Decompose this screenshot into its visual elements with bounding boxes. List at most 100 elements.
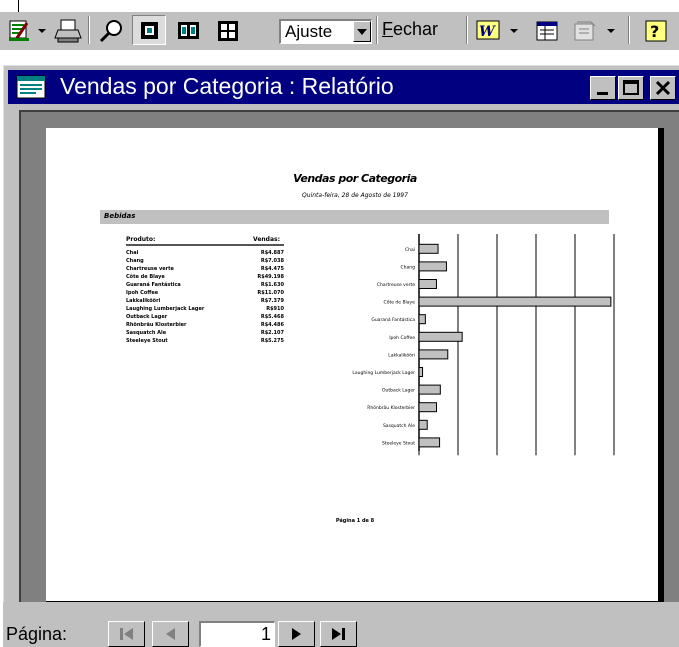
chart-bar xyxy=(418,261,447,272)
chart-category-label: Chartreuse verte xyxy=(377,282,415,288)
two-pages-icon[interactable] xyxy=(170,15,204,45)
help-icon[interactable]: ? xyxy=(636,15,676,45)
product-name: Chartreuse verte xyxy=(126,266,174,272)
page-footer: Página 1 de 8 xyxy=(335,518,375,524)
product-row: Chai R$4.887 xyxy=(126,250,284,258)
product-name: Steeleye Stout xyxy=(126,338,168,344)
report-window: Vendas por Categoria : Relatório Vendas … xyxy=(3,65,679,647)
product-row: Ipoh Coffee R$11.070 xyxy=(126,290,284,298)
product-row: Chartreuse verte R$4.475 xyxy=(126,266,284,274)
maximize-button[interactable] xyxy=(618,76,644,100)
product-row: Guaraná Fantástica R$1.630 xyxy=(126,282,284,290)
chart-bar xyxy=(418,296,612,307)
zoom-select[interactable]: Ajuste xyxy=(279,19,372,44)
product-name: Chang xyxy=(126,258,144,264)
chart-bar xyxy=(418,314,426,325)
tooltip-pointer-line xyxy=(18,0,19,12)
chart-bar xyxy=(418,243,439,254)
category-name: Bebidas xyxy=(104,212,136,220)
svg-text:W: W xyxy=(479,24,496,40)
zoom-icon[interactable] xyxy=(94,15,128,45)
chart-bar xyxy=(418,437,441,448)
product-name: Côte de Blaye xyxy=(126,274,165,280)
chart-bar xyxy=(418,279,437,289)
product-name: Sasquatch Ale xyxy=(126,330,167,336)
first-page-button[interactable] xyxy=(108,621,145,647)
toolbar-separator xyxy=(88,16,90,44)
report-title: Vendas por Categoria xyxy=(293,172,417,185)
chart-bar xyxy=(418,367,424,377)
product-sales: R$1.630 xyxy=(260,282,284,288)
print-preview-toolbar: Ajuste Fechar W ? xyxy=(0,12,679,50)
close-window-button[interactable] xyxy=(650,76,676,100)
database-window-icon[interactable] xyxy=(530,15,564,45)
chart-bar xyxy=(418,384,441,395)
product-row: Outback Lager R$5.468 xyxy=(126,314,284,322)
window-title-bar[interactable]: Vendas por Categoria : Relatório xyxy=(8,70,679,104)
chart-category-label: Chai xyxy=(405,247,415,253)
product-row: Laughing Lumberjack Lager R$910 xyxy=(126,306,284,314)
close-button-accesskey: F xyxy=(382,19,393,39)
minimize-button[interactable] xyxy=(590,76,616,100)
chart-category-label: Steeleye Stout xyxy=(382,440,415,446)
chart-bar xyxy=(418,402,437,413)
toolbar-separator xyxy=(628,16,630,44)
product-sales: R$4.887 xyxy=(260,250,284,256)
page-number-input[interactable] xyxy=(199,621,275,647)
sales-chart: Chai Chang Chartreuse verte Côte de Blaye Gu… xyxy=(352,234,615,456)
product-row: Côte de Blaye R$49.198 xyxy=(126,274,284,282)
print-preview-area[interactable]: Vendas por Categoria Quinta-feira, 28 de… xyxy=(19,110,679,607)
chart-bar xyxy=(418,331,463,342)
chart-category-label: Outback Lager xyxy=(382,388,415,394)
next-page-button[interactable] xyxy=(278,621,315,647)
chart-bar xyxy=(418,349,449,360)
column-header-sales: Vendas: xyxy=(253,236,280,243)
record-navigation-bar: Página: xyxy=(3,602,679,647)
product-name: Outback Lager xyxy=(126,314,168,320)
last-page-button[interactable] xyxy=(320,621,357,647)
product-row: Chang R$7.038 xyxy=(126,258,284,266)
chart-category-label: Lakkalikööri xyxy=(388,352,415,358)
chart-category-label: Chang xyxy=(401,264,416,270)
view-design-icon[interactable] xyxy=(4,15,48,45)
product-name: Guaraná Fantástica xyxy=(126,282,181,288)
chart-category-label: Côte de Blaye xyxy=(384,299,416,306)
product-row: Rhönbräu Klosterbier R$4.486 xyxy=(126,322,284,330)
report-icon xyxy=(16,75,46,104)
chart-category-label: Sasquatch Ale xyxy=(383,423,415,429)
product-sales: R$5.275 xyxy=(260,338,284,344)
page-label: Página: xyxy=(6,624,68,644)
previous-page-button[interactable] xyxy=(152,621,189,647)
chart-category-label: Guaraná Fantástica xyxy=(371,316,415,323)
window-title: Vendas por Categoria : Relatório xyxy=(60,73,394,99)
product-name: Lakkalikööri xyxy=(126,298,161,304)
one-page-icon[interactable] xyxy=(132,15,166,45)
close-button[interactable]: Fechar xyxy=(382,19,438,40)
product-sales: R$11.070 xyxy=(257,290,284,296)
chevron-down-icon[interactable] xyxy=(353,21,371,42)
product-sales: R$4.486 xyxy=(260,322,284,328)
chart-category-label: Ipoh Coffee xyxy=(389,335,415,341)
svg-text:?: ? xyxy=(650,22,659,41)
chart-category-label: Laughing Lumberjack Lager xyxy=(352,370,415,376)
product-sales: R$2.107 xyxy=(260,330,284,336)
print-icon[interactable] xyxy=(52,15,84,45)
multiple-pages-icon[interactable] xyxy=(210,15,244,45)
toolbar-separator xyxy=(466,16,468,44)
product-name: Laughing Lumberjack Lager xyxy=(126,306,205,312)
product-name: Chai xyxy=(126,250,139,256)
product-row: Sasquatch Ale R$2.107 xyxy=(126,330,284,338)
category-band: Bebidas xyxy=(100,210,609,224)
report-date: Quinta-feira, 28 de Agosto de 1997 xyxy=(302,192,408,199)
toolbar-separator xyxy=(376,16,378,44)
product-sales: R$49.198 xyxy=(257,274,284,280)
product-sales: R$910 xyxy=(266,306,284,312)
product-sales: R$7.038 xyxy=(260,258,284,264)
chart-bar xyxy=(418,419,428,430)
office-links-icon[interactable]: W xyxy=(472,15,522,45)
header-rule xyxy=(126,244,284,246)
zoom-value: Ajuste xyxy=(285,22,333,41)
product-sales: R$7.379 xyxy=(260,298,284,304)
column-header-product: Produto: xyxy=(126,236,156,243)
new-object-icon[interactable] xyxy=(568,15,622,45)
